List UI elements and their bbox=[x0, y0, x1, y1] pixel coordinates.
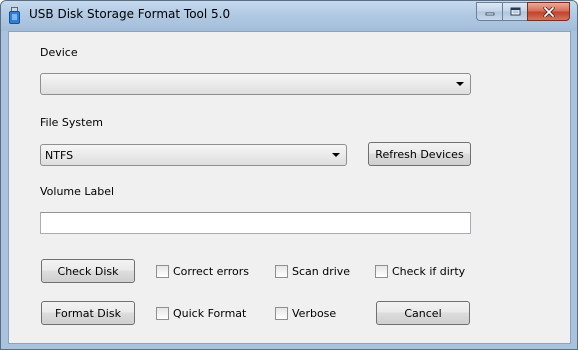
maximize-button[interactable] bbox=[502, 2, 527, 21]
file-system-label: File System bbox=[40, 116, 103, 129]
checkbox-box bbox=[156, 264, 169, 278]
verbose-checkbox[interactable]: Verbose bbox=[275, 305, 336, 321]
quick-format-checkbox[interactable]: Quick Format bbox=[156, 305, 246, 321]
caption-buttons bbox=[476, 2, 570, 21]
minimize-button[interactable] bbox=[476, 2, 502, 21]
client-area: Device File System NTFS Refresh Devices … bbox=[8, 31, 571, 344]
volume-label-label: Volume Label bbox=[40, 185, 115, 198]
app-window: USB Disk Storage Format Tool 5.0 Device … bbox=[0, 0, 578, 350]
window-title: USB Disk Storage Format Tool 5.0 bbox=[29, 7, 231, 21]
check-if-dirty-checkbox[interactable]: Check if dirty bbox=[375, 263, 465, 279]
minimize-icon bbox=[485, 12, 494, 15]
volume-label-input[interactable] bbox=[40, 212, 471, 234]
checkbox-box bbox=[275, 306, 288, 320]
checkbox-box bbox=[375, 264, 388, 278]
checkbox-box bbox=[275, 264, 288, 278]
correct-errors-checkbox[interactable]: Correct errors bbox=[156, 263, 249, 279]
close-icon bbox=[542, 6, 555, 17]
refresh-devices-button[interactable]: Refresh Devices bbox=[368, 142, 471, 166]
check-if-dirty-label: Check if dirty bbox=[392, 264, 466, 278]
file-system-selected-value: NTFS bbox=[45, 149, 74, 162]
scan-drive-checkbox[interactable]: Scan drive bbox=[275, 263, 350, 279]
close-button[interactable] bbox=[527, 2, 570, 21]
correct-errors-label: Correct errors bbox=[173, 264, 250, 278]
cancel-button[interactable]: Cancel bbox=[376, 301, 470, 325]
chevron-down-icon bbox=[456, 82, 464, 86]
maximize-icon bbox=[510, 7, 520, 16]
usb-drive-icon bbox=[9, 7, 20, 24]
scan-drive-label: Scan drive bbox=[292, 264, 351, 278]
verbose-label: Verbose bbox=[292, 306, 337, 320]
format-disk-button[interactable]: Format Disk bbox=[41, 301, 135, 325]
file-system-dropdown[interactable]: NTFS bbox=[40, 144, 347, 166]
chevron-down-icon bbox=[332, 153, 340, 157]
device-label: Device bbox=[40, 46, 78, 59]
title-bar[interactable]: USB Disk Storage Format Tool 5.0 bbox=[1, 1, 577, 31]
device-dropdown[interactable] bbox=[40, 73, 471, 95]
checkbox-box bbox=[156, 306, 169, 320]
quick-format-label: Quick Format bbox=[173, 306, 247, 320]
check-disk-button[interactable]: Check Disk bbox=[41, 259, 135, 283]
